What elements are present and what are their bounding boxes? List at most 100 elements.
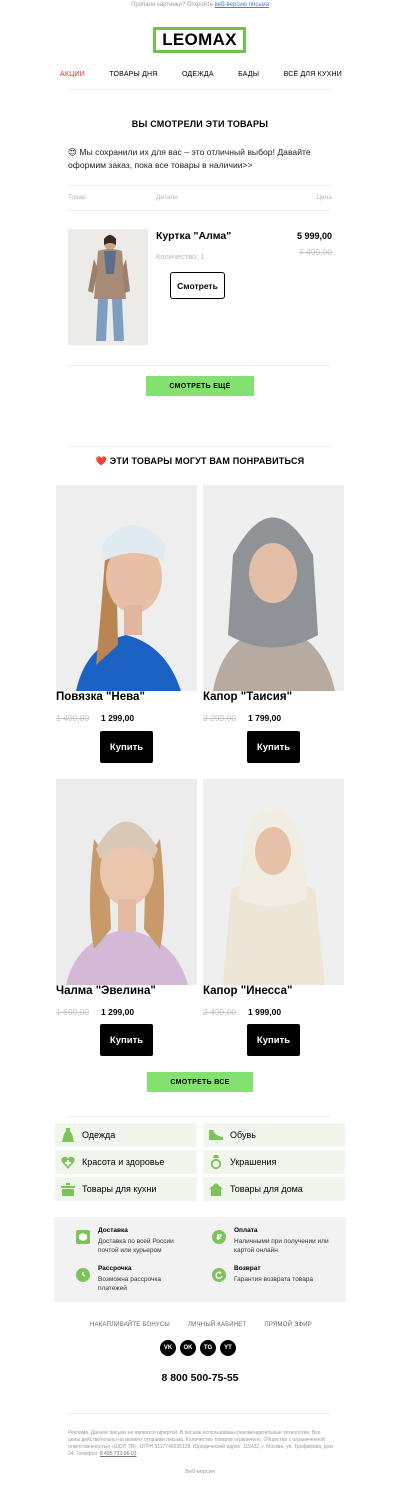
- category-label: Обувь: [230, 1130, 256, 1140]
- viewed-product-quantity: Количество: 1: [156, 252, 205, 261]
- category-label: Товары для кухни: [82, 1184, 157, 1194]
- product-name-inessa[interactable]: Капор "Инесса": [203, 985, 292, 997]
- benefit-desc: Наличными при получении или картой онлай…: [234, 1238, 329, 1254]
- see-more-button[interactable]: СМОТРЕТЬ ЕЩЁ: [146, 376, 254, 396]
- see-all-button[interactable]: СМОТРЕТЬ ВСЕ: [147, 1072, 253, 1092]
- benefit-delivery: Доставка Доставка по всей России почтой и…: [76, 1227, 186, 1255]
- preheader: Пропали картинки? Откройте веб-версию пи…: [0, 2, 400, 8]
- odnoklassniki-icon[interactable]: OK: [180, 1340, 196, 1356]
- product-old-price-taisiya: 2 299,00: [203, 713, 237, 723]
- divider: [68, 1413, 330, 1414]
- category-shoes[interactable]: Обувь: [203, 1123, 345, 1147]
- social-links: VK OK TG YT: [160, 1340, 236, 1356]
- return-icon: [212, 1268, 226, 1282]
- column-price: Цена: [316, 194, 332, 201]
- headband-neva-image[interactable]: [56, 485, 197, 691]
- buy-button-inessa[interactable]: Купить: [247, 1024, 300, 1056]
- benefit-title: Доставка: [98, 1227, 128, 1234]
- category-jewelry[interactable]: Украшения: [203, 1150, 345, 1174]
- leomax-logo[interactable]: LEOMAX: [153, 27, 246, 53]
- category-kitchen[interactable]: Товары для кухни: [55, 1177, 197, 1201]
- turban-evelina-image[interactable]: [56, 779, 197, 985]
- hood-taisiya-image[interactable]: [203, 485, 344, 691]
- phone-number[interactable]: 8 800 500-75-55: [0, 1372, 400, 1384]
- buy-button-evelina[interactable]: Купить: [100, 1024, 153, 1056]
- divider: [68, 210, 330, 211]
- column-details: Детали: [156, 194, 178, 201]
- viewed-product-price: 5 999,00: [296, 231, 332, 241]
- telegram-icon[interactable]: TG: [200, 1340, 216, 1356]
- web-version-footer-link[interactable]: Веб-версия: [0, 1469, 400, 1475]
- benefits-block: Доставка Доставка по всей России почтой и…: [54, 1217, 346, 1302]
- benefit-title: Возврат: [234, 1265, 261, 1272]
- benefit-return: Возврат Гарантия возврата товара: [212, 1265, 337, 1284]
- dress-icon: [61, 1128, 75, 1142]
- product-price-inessa: 1 999,00: [248, 1007, 282, 1017]
- divider: [68, 1116, 330, 1117]
- viewed-section-title: ВЫ СМОТРЕЛИ ЭТИ ТОВАРЫ: [131, 119, 269, 129]
- shoe-icon: [209, 1128, 223, 1142]
- nav-item-sales[interactable]: АКЦИИ: [60, 71, 85, 78]
- jacket-alma-image[interactable]: [68, 229, 148, 345]
- divider: [68, 446, 330, 447]
- clock-icon: [76, 1268, 90, 1282]
- web-version-link[interactable]: веб-версию письма: [215, 2, 269, 8]
- hood-inessa-image[interactable]: [203, 779, 344, 985]
- category-label: Украшения: [230, 1157, 277, 1167]
- benefit-installment: Рассрочка Возможна рассрочка платежей: [76, 1265, 186, 1293]
- vk-icon[interactable]: VK: [160, 1340, 176, 1356]
- product-name-taisiya[interactable]: Капор "Таисия": [203, 691, 292, 703]
- category-clothing[interactable]: Одежда: [55, 1123, 197, 1147]
- category-label: Одежда: [82, 1130, 116, 1140]
- benefit-title: Оплата: [234, 1227, 258, 1234]
- category-label: Красота и здоровье: [82, 1157, 165, 1167]
- viewed-product-name[interactable]: Куртка "Алма": [156, 230, 231, 242]
- footer-links: НАКАПЛИВАЙТЕ БОНУСЫ ЛИЧНЫЙ КАБИНЕТ ПРЯМО…: [90, 1322, 312, 1328]
- legal-text: Реклама. Данное письмо не является оферт…: [68, 1430, 333, 1458]
- category-label: Товары для дома: [230, 1184, 303, 1194]
- legal-phone-link[interactable]: 8 495 733-96-03: [100, 1451, 137, 1457]
- divider: [68, 365, 330, 366]
- main-nav: АКЦИИ ТОВАРЫ ДНЯ ОДЕЖДА БАДЫ ВСЁ ДЛЯ КУХ…: [60, 71, 342, 78]
- box-icon: [76, 1230, 90, 1244]
- ring-icon: [209, 1155, 223, 1169]
- benefit-title: Рассрочка: [98, 1265, 132, 1272]
- footer-link-live[interactable]: ПРЯМОЙ ЭФИР: [264, 1322, 312, 1328]
- product-old-price-evelina: 1 699,00: [56, 1007, 90, 1017]
- youtube-icon[interactable]: YT: [220, 1340, 236, 1356]
- benefit-desc: Доставка по всей России почтой или курье…: [98, 1238, 174, 1254]
- buy-button-neva[interactable]: Купить: [100, 731, 153, 763]
- nav-item-clothing[interactable]: ОДЕЖДА: [182, 71, 214, 78]
- buy-button-taisiya[interactable]: Купить: [247, 731, 300, 763]
- ruble-icon: ₽: [212, 1230, 226, 1244]
- preheader-text: Пропали картинки? Откройте: [131, 2, 213, 8]
- divider: [68, 185, 330, 186]
- benefit-payment: ₽ Оплата Наличными при получении или карт…: [212, 1227, 337, 1255]
- recommended-section-title: ❤️ ЭТИ ТОВАРЫ МОГУТ ВАМ ПОНРАВИТЬСЯ: [95, 456, 305, 466]
- column-product: Товар: [68, 194, 86, 201]
- divider: [68, 89, 330, 90]
- heart-plus-icon: [61, 1155, 75, 1169]
- nav-item-supplements[interactable]: БАДЫ: [238, 71, 259, 78]
- product-name-neva[interactable]: Повязка "Нева": [56, 691, 145, 703]
- product-old-price-neva: 1 499,00: [56, 713, 90, 723]
- footer-link-bonuses[interactable]: НАКАПЛИВАЙТЕ БОНУСЫ: [90, 1322, 170, 1328]
- category-beauty[interactable]: Красота и здоровье: [55, 1150, 197, 1174]
- view-product-button[interactable]: Смотреть: [170, 272, 225, 299]
- logo-text: LEOMAX: [162, 30, 237, 49]
- viewed-product-old-price: 7 499,00: [298, 247, 332, 257]
- footer-link-account[interactable]: ЛИЧНЫЙ КАБИНЕТ: [188, 1322, 246, 1328]
- house-icon: [209, 1182, 223, 1196]
- benefit-desc: Возможна рассрочка платежей: [98, 1276, 162, 1292]
- product-name-evelina[interactable]: Чалма "Эвелина": [56, 985, 156, 997]
- nav-item-kitchen[interactable]: ВСЁ ДЛЯ КУХНИ: [284, 71, 342, 78]
- benefit-desc: Гарантия возврата товара: [234, 1276, 314, 1283]
- nav-item-daily-goods[interactable]: ТОВАРЫ ДНЯ: [109, 71, 157, 78]
- product-old-price-inessa: 2 499,00: [203, 1007, 237, 1017]
- viewed-intro-text: 😍 Мы сохранили их для вас – это отличный…: [68, 147, 311, 170]
- category-home[interactable]: Товары для дома: [203, 1177, 345, 1201]
- product-price-neva: 1 299,00: [101, 713, 135, 723]
- product-price-evelina: 1 299,00: [101, 1007, 135, 1017]
- pot-icon: [61, 1182, 75, 1196]
- product-price-taisiya: 1 799,00: [248, 713, 282, 723]
